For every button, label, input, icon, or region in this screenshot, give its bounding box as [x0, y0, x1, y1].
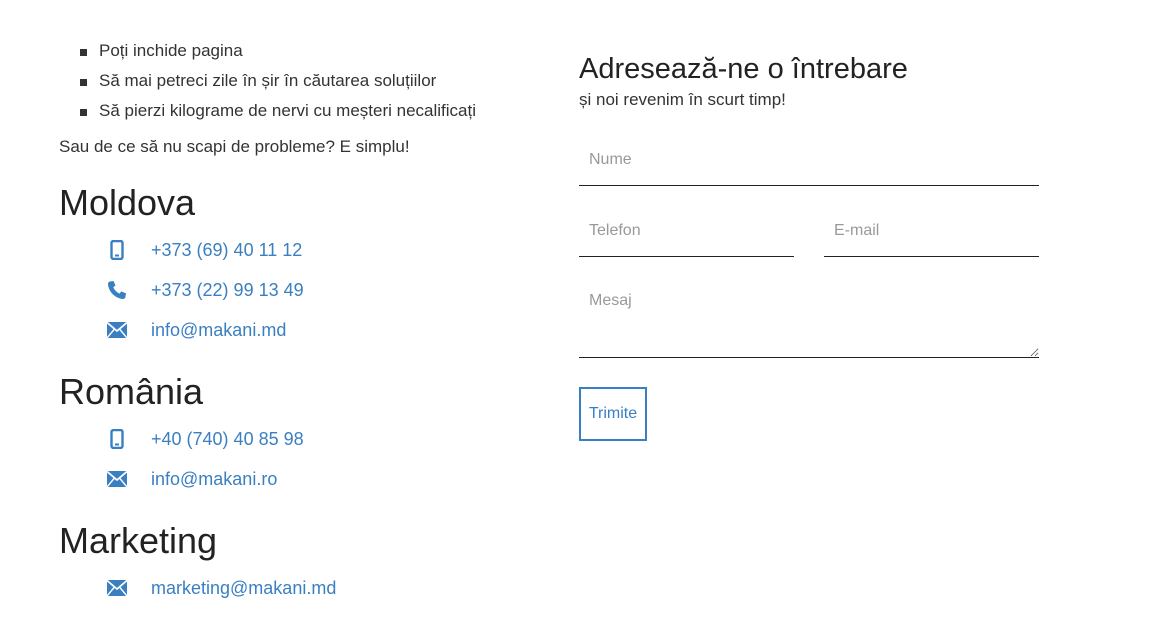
contact-romania-email: info@makani.ro	[107, 466, 277, 492]
moldova-phone-link[interactable]: +373 (22) 99 13 49	[151, 280, 304, 301]
bullet-square-icon	[80, 79, 87, 86]
list-item-text: Să mai petreci zile în șir în căutarea s…	[99, 71, 437, 90]
region-title-romania: România	[59, 371, 204, 412]
romania-mobile-link[interactable]: +40 (740) 40 85 98	[151, 429, 304, 450]
envelope-icon	[107, 469, 127, 489]
contact-moldova-email: info@makani.md	[107, 317, 286, 343]
intro-text: Sau de ce să nu scapi de probleme? E sim…	[59, 137, 410, 156]
moldova-mobile-link[interactable]: +373 (69) 40 11 12	[151, 240, 302, 261]
romania-email-link[interactable]: info@makani.ro	[151, 469, 277, 490]
reasons-list: Poți inchide pagina Să mai petreci zile …	[80, 36, 476, 126]
name-field[interactable]	[579, 134, 1039, 186]
phone-field[interactable]	[579, 205, 794, 257]
list-item: Să pierzi kilograme de nervi cu meșteri …	[80, 96, 476, 126]
contact-moldova-mobile: +373 (69) 40 11 12	[107, 237, 302, 263]
contact-marketing-email: marketing@makani.md	[107, 575, 336, 601]
region-title-moldova: Moldova	[59, 182, 196, 223]
phone-handset-icon	[107, 280, 127, 300]
message-field[interactable]	[579, 282, 1039, 358]
list-item-text: Să pierzi kilograme de nervi cu meșteri …	[99, 101, 476, 120]
contact-moldova-phone: +373 (22) 99 13 49	[107, 277, 304, 303]
envelope-icon	[107, 320, 127, 340]
submit-button[interactable]: Trimite	[579, 387, 647, 441]
bullet-square-icon	[80, 49, 87, 56]
marketing-email-link[interactable]: marketing@makani.md	[151, 578, 336, 599]
region-title-marketing: Marketing	[59, 520, 218, 561]
list-item-text: Poți inchide pagina	[99, 41, 243, 60]
moldova-email-link[interactable]: info@makani.md	[151, 320, 286, 341]
email-field[interactable]	[824, 205, 1039, 257]
list-item: Poți inchide pagina	[80, 36, 476, 66]
mobile-phone-icon	[107, 429, 127, 449]
contact-romania-mobile: +40 (740) 40 85 98	[107, 426, 304, 452]
form-subtitle: și noi revenim în scurt timp!	[579, 90, 786, 109]
bullet-square-icon	[80, 109, 87, 116]
envelope-icon	[107, 578, 127, 598]
form-title: Adresează-ne o întrebare	[579, 53, 908, 85]
list-item: Să mai petreci zile în șir în căutarea s…	[80, 66, 476, 96]
mobile-phone-icon	[107, 240, 127, 260]
